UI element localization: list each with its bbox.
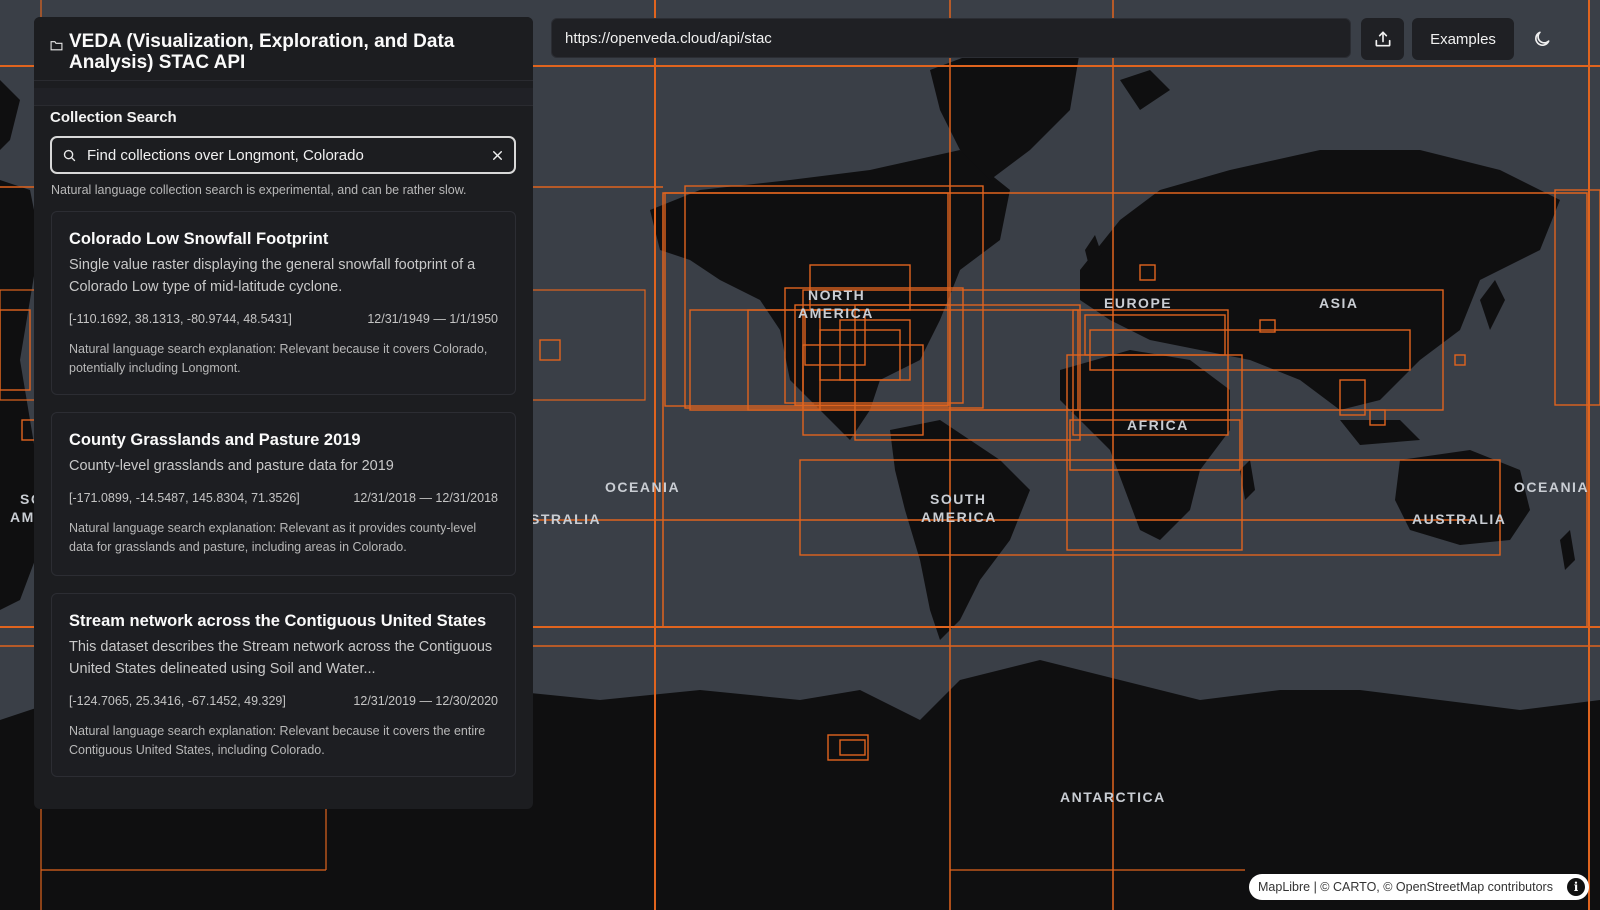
collection-title: Colorado Low Snowfall Footprint [69,230,329,248]
label-south-america-2: AMERICA [921,509,997,525]
search-icon [63,149,76,161]
theme-toggle-button[interactable] [1522,18,1562,60]
collection-explanation: Natural language search explanation: Rel… [69,724,486,757]
collection-meta: [-110.1692, 38.1313, -80.9744, 48.5431] … [69,312,498,326]
stac-url-input[interactable]: https://openveda.cloud/api/stac [551,18,1351,58]
sidebar-header: VEDA (Visualization, Exploration, and Da… [34,17,533,81]
search-query-value: Find collections over Longmont, Colorado [87,146,364,164]
collection-dates: 12/31/2018 — 12/31/2018 [353,491,498,505]
label-australia-left: STRALIA [530,511,601,527]
collection-title: County Grasslands and Pasture 2019 [69,431,361,449]
examples-label: Examples [1430,30,1496,48]
label-oceania-right: OCEANIA [1514,479,1589,495]
collection-explanation: Natural language search explanation: Rel… [69,342,488,375]
label-north-america-2: AMERICA [798,305,874,321]
map-attribution: MapLibre | © CARTO, © OpenStreetMap cont… [1249,874,1589,900]
sidebar-panel: VEDA (Visualization, Exploration, and Da… [34,17,533,809]
header-divider [34,88,533,106]
collection-bbox: [-171.0899, -14.5487, 145.8304, 71.3526] [69,491,300,505]
upload-icon [1375,31,1390,47]
collection-title: Stream network across the Contiguous Uni… [69,612,487,630]
moon-icon [1535,31,1550,46]
collection-bbox: [-110.1692, 38.1313, -80.9744, 48.5431] [69,312,292,326]
collection-card[interactable]: County Grasslands and Pasture 2019 Count… [51,412,516,576]
stac-url-value: https://openveda.cloud/api/stac [565,29,772,47]
label-south-america-edge-2: AM [10,509,35,525]
collection-dates: 12/31/2019 — 12/30/2020 [353,694,498,708]
collection-dates: 12/31/1949 — 1/1/1950 [367,312,498,326]
label-south-america-1: SOUTH [930,491,987,507]
collection-card[interactable]: Stream network across the Contiguous Uni… [51,593,516,777]
collection-explanation: Natural language search explanation: Rel… [69,521,477,554]
collection-bbox: [-124.7065, 25.3416, -67.1452, 49.329] [69,694,286,708]
close-icon [493,150,502,160]
label-asia: ASIA [1319,295,1358,311]
label-australia-right: AUSTRALIA [1412,511,1506,527]
collection-search-input[interactable]: Find collections over Longmont, Colorado [50,136,516,174]
collection-card[interactable]: Colorado Low Snowfall Footprint Single v… [51,211,516,395]
collection-meta: [-124.7065, 25.3416, -67.1452, 49.329] 1… [69,694,498,708]
label-europe: EUROPE [1104,295,1172,311]
label-north-america-1: NORTH [808,287,865,303]
search-hint: Natural language collection search is ex… [51,183,467,197]
collection-description: Single value raster displaying the gener… [69,257,476,295]
info-icon[interactable]: i [1567,878,1585,896]
upload-button[interactable] [1361,18,1404,60]
label-africa: AFRICA [1127,417,1189,433]
examples-button[interactable]: Examples [1412,18,1514,60]
collection-meta: [-171.0899, -14.5487, 145.8304, 71.3526]… [69,491,498,505]
label-oceania-left: OCEANIA [605,479,680,495]
attribution-text[interactable]: MapLibre | © CARTO, © OpenStreetMap cont… [1258,880,1567,894]
folder-icon [50,41,63,51]
collection-description: This dataset describes the Stream networ… [69,639,493,677]
collection-search-label: Collection Search [50,109,177,126]
app-title: VEDA (Visualization, Exploration, and Da… [69,31,455,73]
collection-description: County-level grasslands and pasture data… [69,458,394,474]
clear-search-button[interactable] [491,149,504,162]
label-antarctica: ANTARCTICA [1060,789,1166,805]
